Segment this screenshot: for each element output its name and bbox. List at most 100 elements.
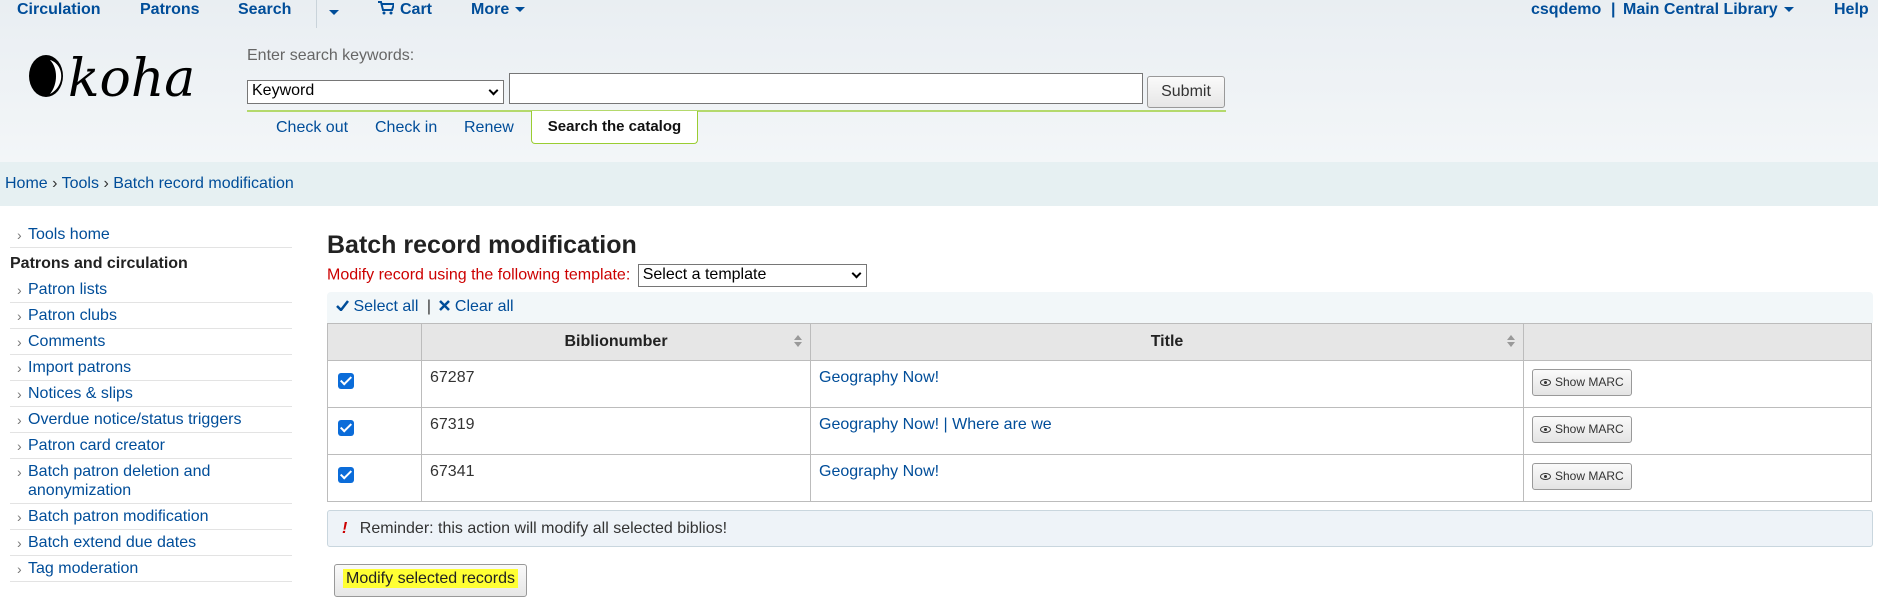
toolbar-separator: | bbox=[426, 298, 431, 315]
sidebar-item-label[interactable]: Import patrons bbox=[28, 359, 131, 376]
koha-logo[interactable]: koha bbox=[20, 46, 205, 109]
header: Circulation Patrons Search Cart More csq… bbox=[0, 0, 1878, 162]
actions-cell: Show MARC bbox=[1523, 360, 1872, 408]
title-link[interactable]: Geography Now! | Where are we bbox=[819, 416, 1052, 433]
title-cell: Geography Now! bbox=[810, 454, 1524, 502]
nav-more[interactable]: More bbox=[471, 1, 526, 19]
select-all-link[interactable]: Select all bbox=[336, 298, 423, 315]
breadcrumb-current[interactable]: Batch record modification bbox=[113, 175, 294, 192]
sidebar-item-label[interactable]: Patron clubs bbox=[28, 307, 117, 324]
search-dropdown-caret[interactable] bbox=[329, 4, 339, 22]
column-header-label: Title bbox=[1150, 333, 1184, 350]
breadcrumb-home[interactable]: Home bbox=[5, 175, 48, 192]
sidebar-item-label[interactable]: Patron card creator bbox=[28, 437, 165, 454]
check-icon bbox=[336, 300, 349, 312]
selection-toolbar: Select all | Clear all bbox=[327, 292, 1873, 323]
sidebar-item-notices-slips[interactable]: Notices & slips bbox=[10, 381, 292, 407]
column-header-label: Biblionumber bbox=[564, 333, 668, 350]
sidebar-item-label[interactable]: Notices & slips bbox=[28, 385, 133, 402]
show-marc-label: Show MARC bbox=[1555, 375, 1624, 389]
column-header-actions bbox=[1523, 323, 1872, 361]
column-header-select bbox=[327, 323, 422, 361]
eye-icon bbox=[1540, 473, 1551, 481]
sidebar-item-patron-lists[interactable]: Patron lists bbox=[10, 277, 292, 303]
show-marc-label: Show MARC bbox=[1555, 422, 1624, 436]
template-label: Modify record using the following templa… bbox=[327, 266, 631, 284]
sidebar-item-comments[interactable]: Comments bbox=[10, 329, 292, 355]
sidebar-item-label[interactable]: Patron lists bbox=[28, 281, 107, 298]
search-input[interactable] bbox=[509, 73, 1143, 104]
tab-check-in[interactable]: Check in bbox=[375, 119, 437, 137]
nav-cart[interactable]: Cart bbox=[378, 1, 432, 19]
chevron-down-icon bbox=[515, 7, 526, 13]
search-hint: Enter search keywords: bbox=[247, 47, 415, 64]
show-marc-button[interactable]: Show MARC bbox=[1532, 416, 1632, 443]
select-all-label: Select all bbox=[353, 298, 419, 315]
biblionumber-cell: 67287 bbox=[421, 360, 811, 408]
title-link[interactable]: Geography Now! bbox=[819, 463, 939, 480]
sidebar-item-import-patrons[interactable]: Import patrons bbox=[10, 355, 292, 381]
sidebar-item-label[interactable]: Batch patron modification bbox=[28, 508, 209, 525]
clear-all-link[interactable]: Clear all bbox=[439, 298, 514, 315]
column-header-biblionumber[interactable]: Biblionumber bbox=[421, 323, 811, 361]
sort-icon bbox=[1507, 335, 1515, 347]
table-row: 67341 Geography Now! Show MARC bbox=[327, 454, 1872, 502]
column-header-title[interactable]: Title bbox=[810, 323, 1524, 361]
row-checkbox[interactable] bbox=[338, 373, 354, 389]
library-label: Main Central Library bbox=[1623, 1, 1778, 18]
template-select-value: Select a template bbox=[642, 266, 767, 283]
sidebar-item-batch-patron-modification[interactable]: Batch patron modification bbox=[10, 504, 292, 530]
sidebar-item-tools-home[interactable]: Tools home bbox=[10, 222, 292, 248]
sidebar-item-label[interactable]: Overdue notice/status triggers bbox=[28, 411, 241, 428]
nav-more-label: More bbox=[471, 1, 510, 18]
submit-button[interactable]: Submit bbox=[1147, 76, 1225, 108]
tab-search-catalog[interactable]: Search the catalog bbox=[531, 111, 698, 144]
nav-help[interactable]: Help bbox=[1834, 1, 1869, 19]
show-marc-button[interactable]: Show MARC bbox=[1532, 463, 1632, 490]
library-menu[interactable]: Main Central Library bbox=[1623, 1, 1794, 19]
table-row: 67287 Geography Now! Show MARC bbox=[327, 360, 1872, 408]
chevron-down-icon bbox=[488, 85, 499, 96]
breadcrumb: Home › Tools › Batch record modification bbox=[0, 162, 1878, 206]
sort-icon bbox=[794, 335, 802, 347]
eye-icon bbox=[1540, 379, 1551, 387]
row-select-cell bbox=[327, 360, 422, 408]
user-menu[interactable]: csqdemo bbox=[1531, 1, 1601, 19]
chevron-down-icon bbox=[851, 268, 862, 279]
row-checkbox[interactable] bbox=[338, 420, 354, 436]
sidebar-item-batch-patron-deletion[interactable]: Batch patron deletion and anonymization bbox=[10, 459, 292, 504]
biblionumber-cell: 67341 bbox=[421, 454, 811, 502]
modify-button-label: Modify selected records bbox=[343, 569, 518, 588]
breadcrumb-separator: › bbox=[52, 175, 58, 192]
sidebar-item-label[interactable]: Comments bbox=[28, 333, 105, 350]
search-type-select[interactable]: Keyword bbox=[247, 80, 504, 104]
tab-renew[interactable]: Renew bbox=[464, 119, 514, 137]
show-marc-button[interactable]: Show MARC bbox=[1532, 369, 1632, 396]
breadcrumb-tools[interactable]: Tools bbox=[62, 175, 99, 192]
main-content: Batch record modification Modify record … bbox=[327, 228, 1873, 597]
nav-patrons[interactable]: Patrons bbox=[140, 1, 200, 19]
nav-search[interactable]: Search bbox=[238, 1, 291, 19]
nav-separator: | bbox=[1611, 1, 1616, 18]
warning-icon: ! bbox=[342, 520, 348, 537]
title-link[interactable]: Geography Now! bbox=[819, 369, 939, 386]
sidebar-item-tag-moderation[interactable]: Tag moderation bbox=[10, 556, 292, 582]
sidebar-item-batch-extend-due-dates[interactable]: Batch extend due dates bbox=[10, 530, 292, 556]
sidebar-item-label[interactable]: Batch extend due dates bbox=[28, 534, 196, 551]
tab-check-out[interactable]: Check out bbox=[276, 119, 348, 137]
nav-circulation[interactable]: Circulation bbox=[17, 1, 101, 19]
sidebar-item-label[interactable]: Tag moderation bbox=[28, 560, 138, 577]
show-marc-label: Show MARC bbox=[1555, 469, 1624, 483]
sidebar-item-label[interactable]: Tools home bbox=[28, 226, 110, 243]
sidebar-heading: Patrons and circulation bbox=[10, 255, 188, 272]
row-checkbox[interactable] bbox=[338, 467, 354, 483]
template-select[interactable]: Select a template bbox=[637, 264, 867, 287]
actions-cell: Show MARC bbox=[1523, 454, 1872, 502]
sidebar-item-patron-card-creator[interactable]: Patron card creator bbox=[10, 433, 292, 459]
sidebar-item-patron-clubs[interactable]: Patron clubs bbox=[10, 303, 292, 329]
sidebar-item-overdue-triggers[interactable]: Overdue notice/status triggers bbox=[10, 407, 292, 433]
modify-selected-records-button[interactable]: Modify selected records bbox=[334, 564, 527, 597]
eye-icon bbox=[1540, 426, 1551, 434]
sidebar-item-label[interactable]: Batch patron deletion and anonymization bbox=[28, 463, 210, 499]
clear-all-label: Clear all bbox=[454, 298, 514, 315]
